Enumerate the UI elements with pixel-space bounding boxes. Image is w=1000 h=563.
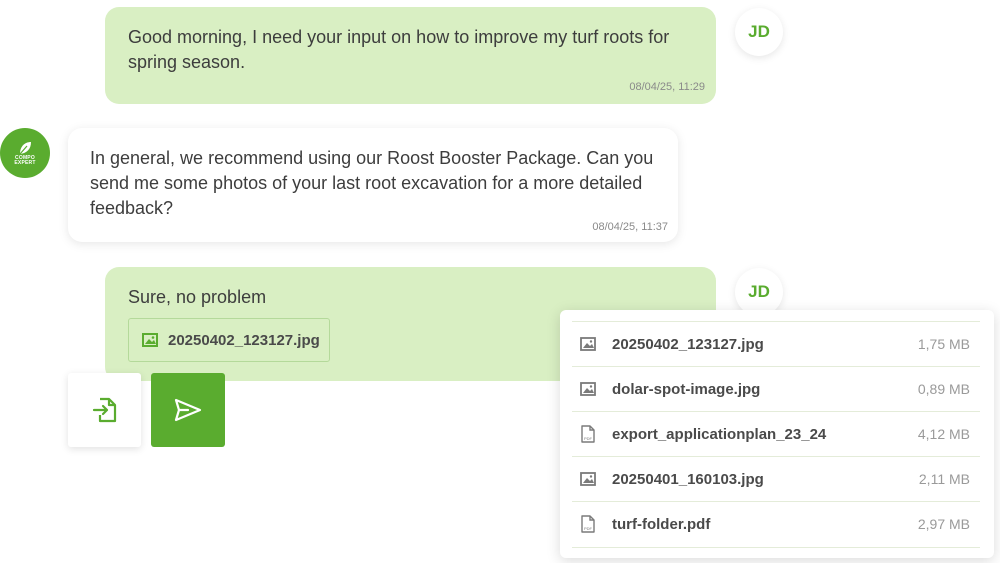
message-text: Sure, no problem — [128, 287, 267, 307]
file-list-item[interactable]: PDF turf-folder.pdf 2,97 MB — [572, 501, 980, 546]
brand-avatar: COMPO EXPERT — [0, 128, 50, 178]
file-import-icon — [92, 397, 116, 423]
bot-message-bubble: In general, we recommend using our Roost… — [68, 128, 678, 242]
svg-text:PDF: PDF — [584, 436, 593, 441]
attachment-filename: 20250402_123127.jpg — [168, 331, 320, 349]
send-icon — [174, 398, 202, 422]
file-size: 2,11 MB — [918, 471, 970, 487]
attachment-chip[interactable]: 20250402_123127.jpg — [128, 318, 330, 362]
divider — [572, 547, 980, 548]
image-icon — [142, 333, 158, 347]
file-name: 20250401_160103.jpg — [612, 470, 764, 488]
file-name: turf-folder.pdf — [612, 515, 711, 533]
file-list-item[interactable]: dolar-spot-image.jpg 0,89 MB — [572, 366, 980, 411]
send-button[interactable] — [151, 373, 225, 447]
pdf-icon: PDF — [580, 515, 600, 533]
attach-file-button[interactable] — [68, 373, 141, 447]
file-list-item[interactable]: 20250401_160103.jpg 2,11 MB — [572, 456, 980, 501]
file-size: 0,89 MB — [917, 381, 970, 397]
user-initials: JD — [748, 22, 770, 41]
file-list-item[interactable]: PDF export_applicationplan_23_24 4,12 MB — [572, 411, 980, 456]
message-text-line: In general, we recommend using our Roost… — [90, 148, 654, 168]
message-text-line: feedback? — [90, 198, 174, 218]
file-picker-panel: 20250402_123127.jpg 1,75 MB dolar-spot-i… — [560, 310, 994, 558]
message-text-line: spring season. — [128, 52, 246, 72]
svg-text:PDF: PDF — [584, 526, 593, 531]
brand-logo-text: COMPO EXPERT — [14, 156, 35, 166]
message-text-line: Good morning, I need your input on how t… — [128, 27, 670, 47]
brand-logo-line: EXPERT — [14, 160, 36, 166]
file-list-item[interactable]: 20250402_123127.jpg 1,75 MB — [572, 321, 980, 366]
user-avatar: JD — [735, 8, 783, 56]
user-message-bubble: Good morning, I need your input on how t… — [105, 7, 716, 104]
user-initials: JD — [748, 282, 770, 301]
message-text: Good morning, I need your input on how t… — [128, 25, 669, 75]
file-size: 2,97 MB — [917, 516, 970, 532]
message-text-line: send me some photos of your last root ex… — [90, 173, 643, 193]
file-name: export_applicationplan_23_24 — [612, 425, 827, 443]
image-icon — [580, 382, 600, 396]
pdf-icon: PDF — [580, 425, 600, 443]
message-text: In general, we recommend using our Roost… — [90, 146, 653, 221]
file-size: 1,75 MB — [917, 336, 970, 352]
file-size: 4,12 MB — [917, 426, 970, 442]
image-icon — [580, 472, 600, 486]
user-avatar: JD — [735, 268, 783, 316]
message-timestamp: 08/04/25, 11:29 — [629, 81, 705, 93]
file-name: dolar-spot-image.jpg — [612, 380, 761, 398]
image-icon — [580, 337, 600, 351]
leaf-icon — [19, 142, 31, 155]
file-name: 20250402_123127.jpg — [612, 335, 764, 353]
message-timestamp: 08/04/25, 11:37 — [592, 221, 668, 233]
